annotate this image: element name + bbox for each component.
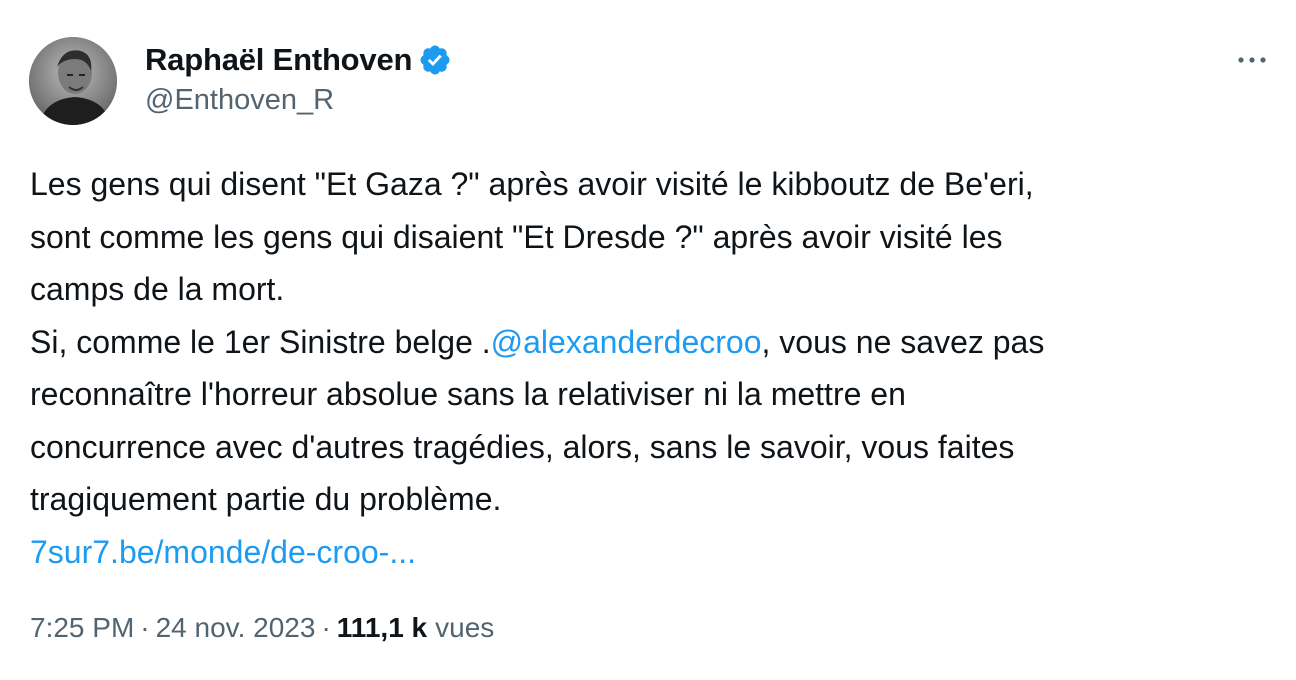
avatar[interactable] bbox=[29, 37, 117, 125]
views-label: vues bbox=[435, 612, 495, 643]
author-handle[interactable]: @Enthoven_R bbox=[145, 84, 334, 117]
tweet-text-fragment: , vous ne savez pas bbox=[761, 323, 1045, 360]
tweet-text-line: Si, comme le 1er Sinistre belge .@alexan… bbox=[30, 316, 1270, 369]
profile-photo bbox=[29, 37, 117, 125]
more-options-icon[interactable] bbox=[1232, 40, 1272, 80]
url-link[interactable]: 7sur7.be/monde/de-croo-... bbox=[30, 526, 1270, 579]
tweet-text-line: tragiquement partie du problème. bbox=[30, 481, 502, 517]
tweet-meta: 7:25 PM · 24 nov. 2023 · 111,1 k vues bbox=[30, 612, 494, 644]
tweet-text-line: reconnaître l'horreur absolue sans la re… bbox=[30, 376, 906, 412]
tweet-time[interactable]: 7:25 PM bbox=[30, 612, 134, 644]
meta-separator: · bbox=[321, 612, 331, 643]
tweet-text-line: concurrence avec d'autres tragédies, alo… bbox=[30, 428, 1015, 465]
verified-badge-icon[interactable] bbox=[418, 43, 452, 77]
tweet-text-line: sont comme les gens qui disaient "Et Dre… bbox=[30, 218, 1003, 255]
tweet-text-line: camps de la mort. bbox=[30, 271, 285, 307]
tweet-text-fragment: Si, comme le 1er Sinistre belge . bbox=[30, 323, 491, 360]
tweet-card: Raphaël Enthoven @Enthoven_R Les gens qu… bbox=[0, 0, 1296, 680]
views-count[interactable]: 111,1 k bbox=[337, 612, 427, 644]
author-display-name[interactable]: Raphaël Enthoven bbox=[145, 42, 412, 78]
tweet-text-line: Les gens qui disent "Et Gaza ?" après av… bbox=[30, 166, 1034, 202]
meta-separator: · bbox=[140, 612, 150, 643]
mention-link[interactable]: @alexanderdecroo bbox=[491, 324, 762, 360]
tweet-text: Les gens qui disent "Et Gaza ?" après av… bbox=[30, 158, 1270, 578]
author-name-row: Raphaël Enthoven bbox=[145, 38, 452, 82]
tweet-date[interactable]: 24 nov. 2023 bbox=[156, 612, 316, 644]
